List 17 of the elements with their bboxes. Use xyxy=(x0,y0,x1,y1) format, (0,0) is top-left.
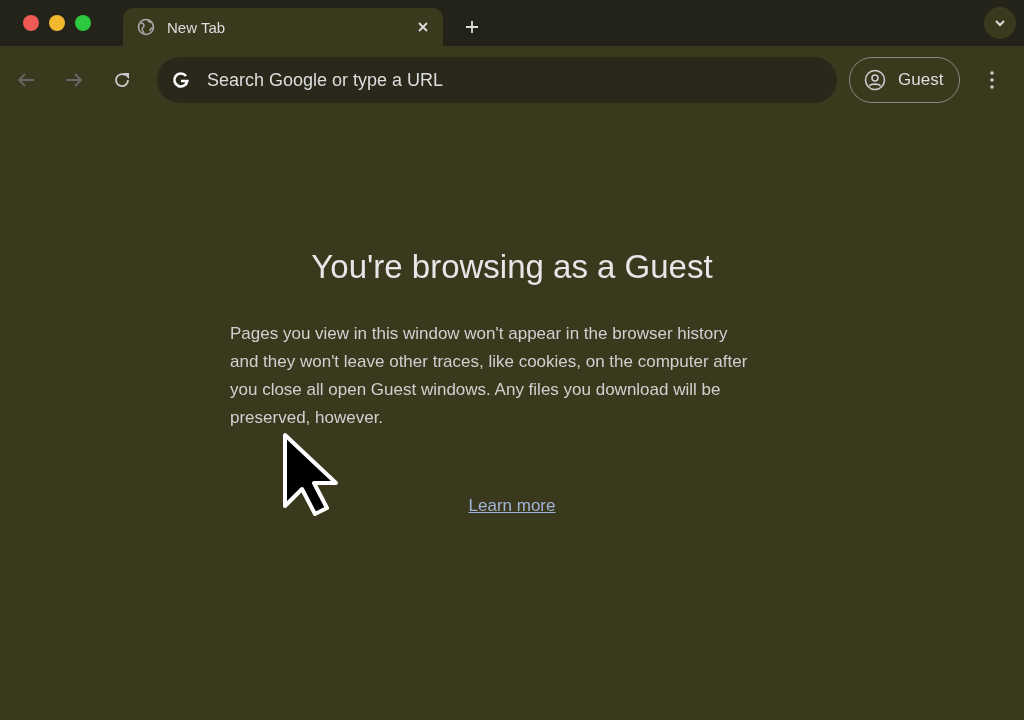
menu-icon[interactable] xyxy=(990,71,995,89)
minimize-window-button[interactable] xyxy=(49,15,65,31)
close-window-button[interactable] xyxy=(23,15,39,31)
learn-more-link[interactable]: Learn more xyxy=(468,496,556,516)
browser-tab[interactable]: New Tab xyxy=(123,8,443,46)
avatar-icon xyxy=(864,69,886,91)
address-bar[interactable]: Search Google or type a URL xyxy=(157,57,837,103)
close-icon[interactable] xyxy=(417,21,429,33)
maximize-window-button[interactable] xyxy=(75,15,91,31)
mouse-cursor-icon xyxy=(282,432,338,516)
globe-icon xyxy=(137,18,155,36)
new-tab-icon[interactable] xyxy=(465,20,479,34)
reload-icon[interactable] xyxy=(113,71,131,89)
chevron-down-icon xyxy=(994,19,1006,27)
guest-description: Pages you view in this window won't appear in the browser history and they won't leave other traces, like cookies, on the computer after you close all open Guest windows. Any files you download will be preserved, however. xyxy=(230,323,749,429)
page-heading: You're browsing as a Guest xyxy=(311,248,713,286)
tab-search-button[interactable] xyxy=(984,7,1016,39)
